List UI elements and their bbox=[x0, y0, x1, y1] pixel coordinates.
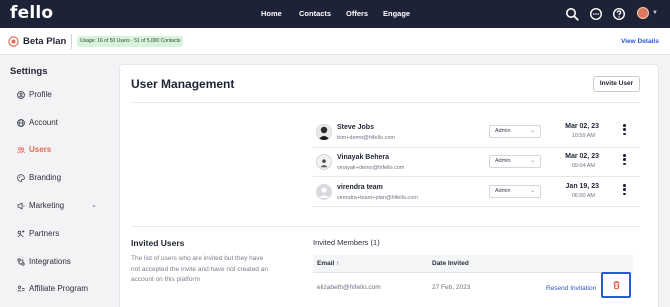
plan-bar: Beta Plan Usage: 16 of 50 Users · 51 of … bbox=[0, 28, 670, 55]
avatar bbox=[316, 154, 332, 170]
user-date: Mar 02, 23 bbox=[565, 153, 599, 160]
sidebar-item-label: Account bbox=[29, 118, 58, 127]
affiliate-icon bbox=[17, 285, 25, 292]
sidebar-item-partners[interactable]: Partners bbox=[17, 227, 102, 241]
sidebar-item-account[interactable]: Account bbox=[17, 116, 102, 130]
user-row: Steve Jobs tom+demo@hifello.com Admin ⌄ M… bbox=[313, 119, 633, 149]
divider bbox=[71, 34, 72, 49]
chevron-down-icon: ⌄ bbox=[529, 188, 535, 194]
message-icon[interactable] bbox=[589, 7, 603, 21]
role-value: Admin bbox=[495, 188, 511, 194]
more-options-icon[interactable] bbox=[623, 154, 627, 168]
marketing-icon bbox=[17, 202, 25, 210]
chevron-down-icon: ⌄ bbox=[529, 128, 535, 134]
divider bbox=[313, 206, 640, 207]
avatar bbox=[316, 124, 332, 140]
role-select[interactable]: Admin ⌄ bbox=[489, 155, 541, 168]
fello-logo[interactable]: fello bbox=[10, 3, 53, 23]
integrations-icon bbox=[17, 258, 25, 266]
user-time: 09:04 AM bbox=[571, 163, 595, 169]
sidebar-item-label: Branding bbox=[29, 173, 62, 182]
sidebar-item-marketing[interactable]: Marketing bbox=[17, 199, 102, 213]
user-email: virendra+team+plan@hifello.com bbox=[337, 195, 418, 201]
invited-date: 27 Feb, 2023 bbox=[432, 284, 471, 291]
more-options-icon[interactable] bbox=[623, 184, 627, 198]
top-navbar: fello Home Contacts Offers Engage ▼ bbox=[0, 0, 670, 28]
chevron-down-icon[interactable]: ⌄ bbox=[91, 201, 97, 209]
invited-users-heading: Invited Users bbox=[131, 238, 185, 248]
invited-members-heading: Invited Members (1) bbox=[313, 238, 380, 247]
user-time: 10:59 AM bbox=[571, 133, 595, 139]
resend-invitation-link[interactable]: Resend Invitation bbox=[546, 285, 596, 292]
sidebar-item-affiliate-program[interactable]: Affiliate Program bbox=[17, 282, 102, 296]
divider bbox=[131, 102, 640, 103]
role-select[interactable]: Admin ⌄ bbox=[489, 185, 541, 198]
palette-icon bbox=[17, 174, 25, 182]
email-column-header[interactable]: Email ↑ bbox=[317, 260, 339, 267]
sidebar-item-label: Partners bbox=[29, 229, 60, 238]
user-email: vinayak+demo@hifello.com bbox=[337, 165, 405, 171]
user-name: virendra team bbox=[337, 184, 383, 191]
user-name: Vinayak Behera bbox=[337, 154, 390, 161]
sidebar-item-label: Marketing bbox=[29, 201, 65, 210]
user-email: tom+demo@hifello.com bbox=[337, 135, 396, 141]
sidebar-item-users[interactable]: Users bbox=[17, 143, 102, 157]
users-icon bbox=[17, 147, 25, 154]
view-details-link[interactable]: View Details bbox=[621, 38, 659, 45]
nav-offers[interactable]: Offers bbox=[346, 9, 368, 18]
role-value: Admin bbox=[495, 128, 511, 134]
user-date: Jan 19, 23 bbox=[565, 183, 599, 190]
chevron-down-icon[interactable]: ▼ bbox=[652, 10, 658, 16]
sidebar-item-label: Affiliate Program bbox=[29, 284, 88, 293]
sidebar-item-label: Users bbox=[29, 145, 52, 154]
search-icon[interactable] bbox=[565, 7, 579, 21]
sidebar-item-profile[interactable]: Profile bbox=[17, 88, 102, 102]
delete-invitation-button[interactable] bbox=[601, 272, 631, 298]
user-row: virendra team virendra+team+plan@hifello… bbox=[313, 179, 633, 209]
invited-email: elizabeth@hifello.com bbox=[317, 284, 381, 291]
sidebar-item-branding[interactable]: Branding bbox=[17, 171, 102, 185]
plan-target-icon bbox=[8, 36, 19, 47]
invited-table-header: Email ↑ Date Invited bbox=[313, 255, 633, 273]
user-name: Steve Jobs bbox=[337, 124, 374, 131]
sidebar-item-label: Profile bbox=[29, 90, 52, 99]
role-select[interactable]: Admin ⌄ bbox=[489, 125, 541, 138]
invite-user-button[interactable]: Invite User bbox=[593, 76, 640, 92]
partners-icon bbox=[17, 230, 25, 238]
user-row: Vinayak Behera vinayak+demo@hifello.com … bbox=[313, 149, 633, 179]
usage-badge: Usage: 16 of 50 Users · 51 of 5,000 Cont… bbox=[77, 36, 184, 47]
trash-icon bbox=[613, 281, 620, 289]
chevron-down-icon: ⌄ bbox=[529, 158, 535, 164]
page-title: User Management bbox=[131, 77, 235, 91]
sidebar-item-label: Integrations bbox=[29, 257, 71, 266]
user-date: Mar 02, 23 bbox=[565, 123, 599, 130]
nav-home[interactable]: Home bbox=[261, 9, 282, 18]
plan-name: Beta Plan bbox=[23, 36, 67, 47]
nav-engage[interactable]: Engage bbox=[383, 9, 410, 18]
role-value: Admin bbox=[495, 158, 511, 164]
divider bbox=[313, 147, 640, 148]
nav-contacts[interactable]: Contacts bbox=[299, 9, 331, 18]
user-avatar[interactable] bbox=[637, 7, 649, 19]
more-options-icon[interactable] bbox=[623, 124, 627, 138]
settings-heading: Settings bbox=[10, 66, 48, 77]
invited-users-description: The list of users who are invited but th… bbox=[131, 255, 268, 283]
avatar bbox=[316, 184, 332, 200]
divider bbox=[131, 226, 640, 227]
help-icon[interactable] bbox=[612, 7, 626, 21]
user-time: 06:00 AM bbox=[571, 193, 595, 199]
sidebar-item-integrations[interactable]: Integrations bbox=[17, 255, 102, 269]
profile-icon bbox=[17, 91, 25, 99]
globe-icon bbox=[17, 119, 25, 127]
date-invited-column-header: Date Invited bbox=[432, 260, 469, 267]
divider bbox=[313, 176, 640, 177]
